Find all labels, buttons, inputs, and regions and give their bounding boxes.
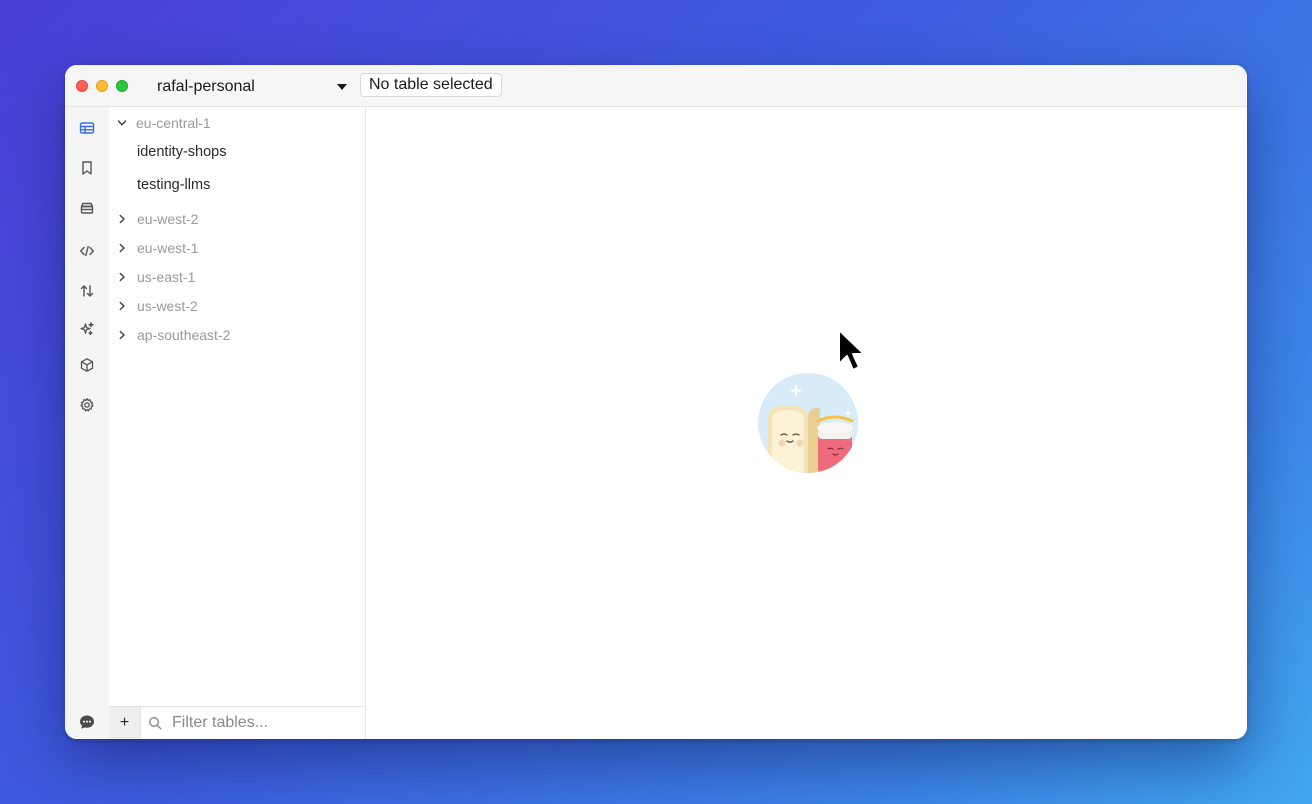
chevron-right-icon	[111, 208, 133, 230]
table-sidebar: eu-central-1 identity-shops testing-llms…	[109, 107, 366, 739]
selected-table-chip[interactable]: No table selected	[360, 73, 502, 97]
filter-wrap	[141, 707, 365, 739]
table-item-identity-shops[interactable]: identity-shops	[137, 141, 226, 163]
caret-down-icon	[337, 84, 347, 90]
close-window-button[interactable]	[76, 80, 88, 92]
minimize-window-button[interactable]	[96, 80, 108, 92]
region-us-east-1[interactable]: us-east-1	[109, 266, 365, 288]
gear-icon[interactable]	[78, 396, 96, 414]
chevron-right-icon	[111, 295, 133, 317]
code-icon[interactable]	[78, 242, 96, 260]
chevron-down-icon	[111, 112, 133, 134]
bookmark-icon[interactable]	[78, 159, 96, 177]
app-window: rafal-personal No table selected eu-cent…	[65, 65, 1247, 739]
add-table-button[interactable]: +	[109, 707, 141, 739]
main-content-area	[366, 107, 1247, 739]
region-label: eu-central-1	[136, 115, 211, 131]
chevron-right-icon	[111, 324, 133, 346]
bread-and-jam-illustration	[758, 373, 858, 473]
chat-icon[interactable]	[78, 713, 96, 731]
chevron-right-icon	[111, 237, 133, 259]
search-icon	[148, 716, 162, 730]
mouse-cursor-icon	[838, 329, 865, 371]
region-us-west-2[interactable]: us-west-2	[109, 295, 365, 317]
activity-rail	[65, 107, 110, 739]
filter-tables-input[interactable]	[170, 713, 354, 733]
region-ap-southeast-2[interactable]: ap-southeast-2	[109, 324, 365, 346]
transfer-icon[interactable]	[78, 282, 96, 300]
region-eu-central-1[interactable]: eu-central-1	[109, 112, 365, 134]
database-icon[interactable]	[78, 199, 96, 217]
region-label: eu-west-1	[137, 240, 199, 256]
filter-bar: +	[109, 706, 365, 739]
region-label: eu-west-2	[137, 211, 199, 227]
region-eu-west-1[interactable]: eu-west-1	[109, 237, 365, 259]
maximize-window-button[interactable]	[116, 80, 128, 92]
table-item-testing-llms[interactable]: testing-llms	[137, 174, 210, 196]
tables-icon[interactable]	[78, 119, 96, 137]
region-label: us-west-2	[137, 298, 198, 314]
region-label: ap-southeast-2	[137, 327, 231, 343]
region-label: us-east-1	[137, 269, 196, 285]
chevron-right-icon	[111, 266, 133, 288]
region-eu-west-2[interactable]: eu-west-2	[109, 208, 365, 230]
sparkles-icon[interactable]	[78, 320, 96, 338]
profile-label: rafal-personal	[157, 78, 255, 95]
title-bar: rafal-personal No table selected	[65, 65, 1247, 107]
cube-icon[interactable]	[78, 356, 96, 374]
profile-selector[interactable]: rafal-personal	[157, 77, 347, 97]
